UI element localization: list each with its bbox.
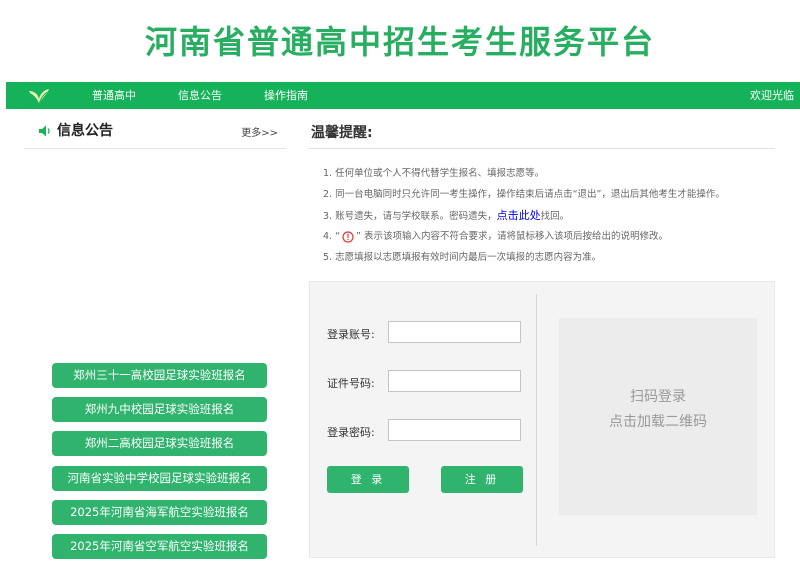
notice-button-air-force-aviation[interactable]: 2025年河南省空军航空实验班报名 [52, 534, 267, 559]
tip-text: 5. 志愿填报以志愿填报有效时间内最后一次填报的志愿内容为准。 [323, 252, 602, 263]
notice-button-hn-exp-football[interactable]: 河南省实验中学校园足球实验班报名 [52, 466, 267, 491]
notice-button-zz9-football[interactable]: 郑州九中校园足球实验班报名 [52, 397, 267, 422]
leaf-logo-icon [29, 89, 49, 106]
tip-item: 4. “ ” 表示该项输入内容不符合要求，请将鼠标移入该项后按给出的说明修改。 [323, 226, 793, 247]
tip-text: 2. 同一台电脑同时只允许同一考生操作，操作结束后请点击“退出”，退出后其他考生… [323, 189, 725, 200]
id-number-label: 证件号码: [327, 377, 375, 390]
tips-header: 温馨提醒: [308, 118, 775, 149]
speaker-icon [39, 125, 50, 137]
qr-code-area[interactable]: 扫码登录 点击加载二维码 [559, 318, 757, 515]
tip-text: 3. 账号遗失，请与学校联系。密码遗失， [323, 211, 497, 222]
tips-list: 1. 任何单位或个人不得代替学生报名、填报志愿等。 2. 同一台电脑同时只允许同… [323, 163, 793, 268]
tip-item: 2. 同一台电脑同时只允许同一考生操作，操作结束后请点击“退出”，退出后其他考生… [323, 184, 793, 205]
qr-load-label: 点击加载二维码 [609, 414, 707, 430]
login-button[interactable]: 登 录 [327, 466, 409, 493]
notice-button-navy-aviation[interactable]: 2025年河南省海军航空实验班报名 [52, 500, 267, 525]
tip-item: 5. 志愿填报以志愿填报有效时间内最后一次填报的志愿内容为准。 [323, 247, 793, 268]
notice-button-zz31-football[interactable]: 郑州三十一高校园足球实验班报名 [52, 363, 267, 388]
notice-header: 信息公告 更多>> [24, 118, 286, 149]
password-label: 登录密码: [327, 426, 375, 439]
nav-item-announcements[interactable]: 信息公告 [178, 82, 222, 109]
password-input[interactable] [388, 419, 521, 441]
qr-login-label: 扫码登录 [630, 389, 686, 405]
notice-more-link[interactable]: 更多>> [241, 124, 278, 139]
notice-title: 信息公告 [57, 123, 113, 139]
welcome-text: 欢迎光临 [750, 89, 794, 102]
register-button[interactable]: 注 册 [441, 466, 523, 493]
main-navbar: 普通高中 信息公告 操作指南 欢迎光临 [6, 82, 800, 109]
tip-item: 3. 账号遗失，请与学校联系。密码遗失，点击此处找回。 [323, 205, 793, 226]
id-number-input[interactable] [388, 370, 521, 392]
tip-text: 找回。 [540, 211, 570, 222]
tip-text: 4. “ [323, 231, 341, 242]
nav-item-general-high-school[interactable]: 普通高中 [92, 82, 136, 109]
account-label: 登录账号: [327, 328, 375, 341]
tip-item: 1. 任何单位或个人不得代替学生报名、填报志愿等。 [323, 163, 793, 184]
login-panel: 登录账号: 证件号码: 登录密码: 登 录 注 册 扫码登录 点击加载二维码 [309, 281, 775, 558]
tip-text: ” 表示该项输入内容不符合要求，请将鼠标移入该项后按给出的说明修改。 [356, 231, 668, 242]
recover-password-link[interactable]: 点击此处 [497, 209, 541, 222]
account-input[interactable] [388, 321, 521, 343]
error-exclamation-icon [342, 230, 354, 243]
panel-divider [536, 294, 537, 546]
site-title: 河南省普通高中招生考生服务平台 [144, 23, 655, 61]
notice-button-zz2-football[interactable]: 郑州二高校园足球实验班报名 [52, 431, 267, 456]
tips-title: 温馨提醒: [311, 125, 373, 141]
nav-item-guide[interactable]: 操作指南 [264, 82, 308, 109]
tip-text: 1. 任何单位或个人不得代替学生报名、填报志愿等。 [323, 168, 545, 179]
